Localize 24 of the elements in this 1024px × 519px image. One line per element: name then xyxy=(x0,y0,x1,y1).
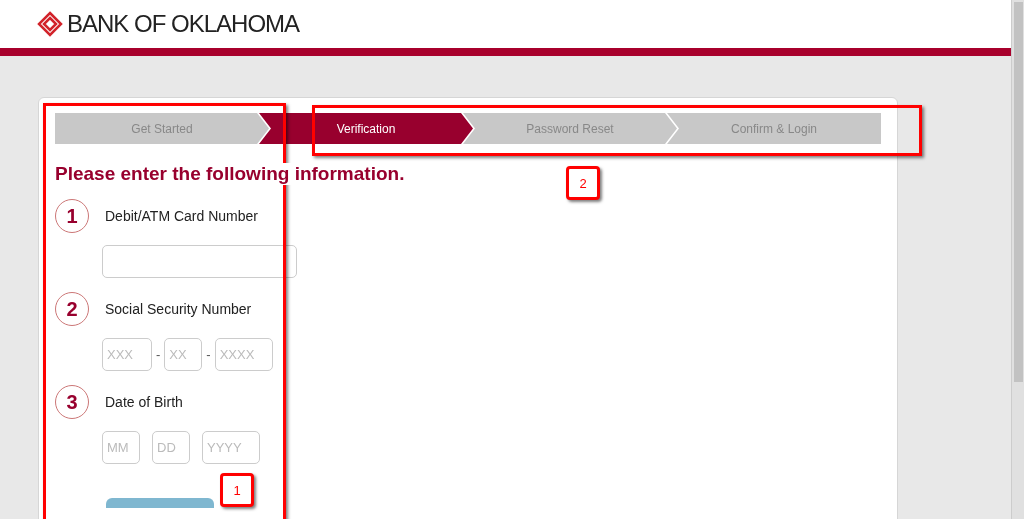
scrollbar[interactable] xyxy=(1011,0,1024,519)
logo-text: BANK OF OKLAHOMA xyxy=(67,10,300,38)
submit-button[interactable] xyxy=(106,498,214,508)
separator-text: - xyxy=(156,347,161,362)
progress-step: Verification xyxy=(259,113,473,144)
input-field[interactable] xyxy=(102,245,297,278)
input-field[interactable]: XX xyxy=(164,338,203,371)
scrollbar-thumb[interactable] xyxy=(1013,2,1023,382)
field-label: Social Security Number xyxy=(105,301,252,317)
input-field[interactable]: XXX xyxy=(102,338,152,371)
callout-label: 2 xyxy=(566,166,600,200)
form-heading: Please enter the following information. xyxy=(55,163,405,185)
separator-text: - xyxy=(206,347,211,362)
input-field[interactable]: MM xyxy=(102,431,140,464)
field-label: Date of Birth xyxy=(105,394,183,410)
field-label: Debit/ATM Card Number xyxy=(105,208,258,224)
logo-icon xyxy=(37,11,63,37)
progress-step: Confirm & Login xyxy=(667,113,881,144)
progress-step: Get Started xyxy=(55,113,269,144)
input-field[interactable]: DD xyxy=(152,431,190,464)
input-field[interactable]: XXXX xyxy=(214,338,273,371)
callout-label: 1 xyxy=(220,473,254,507)
progress-step: Password Reset xyxy=(463,113,677,144)
input-field[interactable]: YYYY xyxy=(202,431,260,464)
